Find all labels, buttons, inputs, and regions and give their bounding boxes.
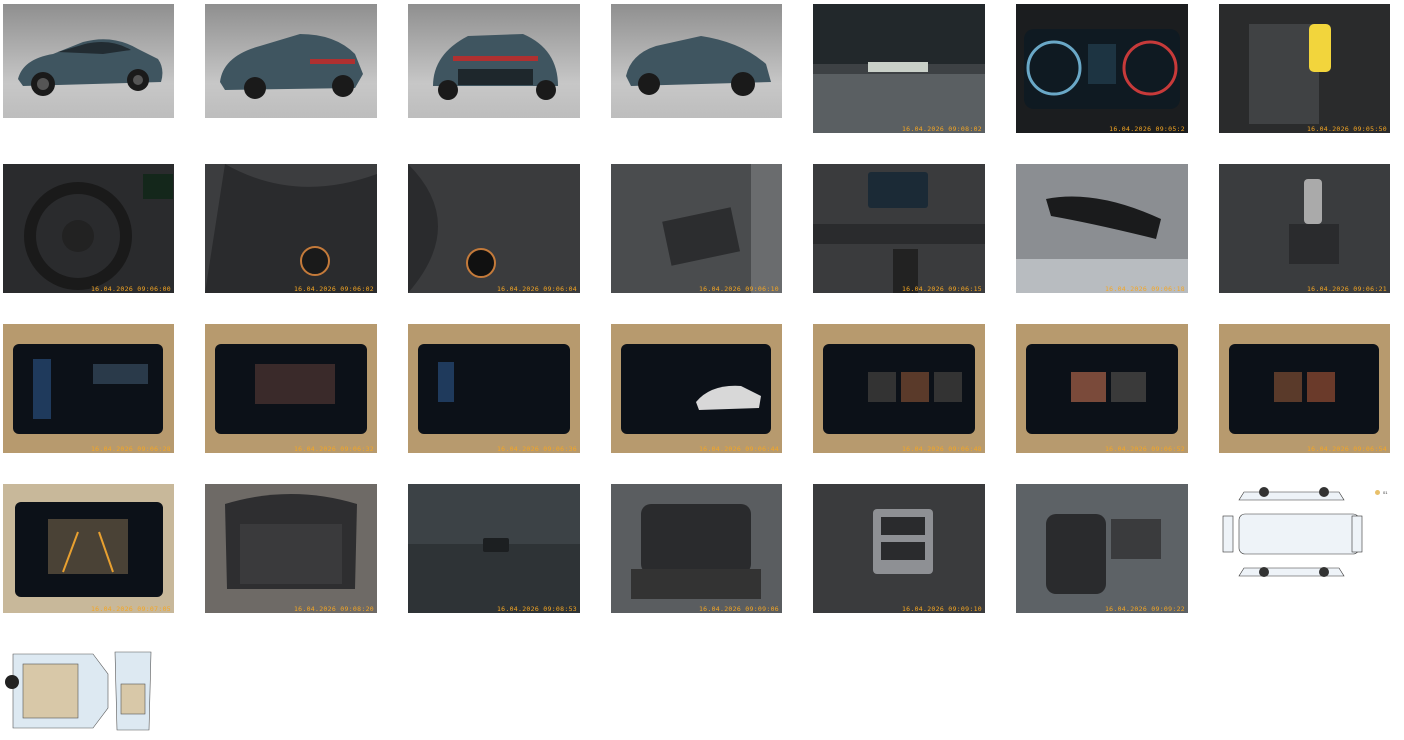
- gear-image: [1219, 164, 1390, 293]
- photo-infotainment-7[interactable]: 16.04.2026 09:06:54: [1219, 324, 1390, 453]
- photo-timestamp: 16.04.2026 09:06:21: [1306, 285, 1387, 293]
- dashboard-image: [1016, 4, 1188, 133]
- photo-trunk[interactable]: 16.04.2026 09:08:20: [205, 484, 377, 613]
- photo-timestamp: 16.04.2026 09:06:52: [1104, 445, 1185, 453]
- photo-timestamp: 16.04.2026 09:06:04: [496, 285, 577, 293]
- front-seats-image: [1016, 484, 1188, 613]
- photo-steering-wheel[interactable]: 16.04.2026 09:06:00: [3, 164, 174, 293]
- photo-infotainment-5[interactable]: 16.04.2026 09:06:48: [813, 324, 985, 453]
- photo-front-seats[interactable]: 16.04.2026 09:09:22: [1016, 484, 1188, 613]
- photo-timestamp: 16.04.2026 09:05:50: [1306, 125, 1387, 133]
- interior-front-image: [813, 164, 985, 293]
- legend-marker-icon: [1375, 490, 1380, 495]
- photo-instrument-cluster[interactable]: 16.04.2026 09:05:2: [1016, 4, 1188, 133]
- photo-timestamp: 16.04.2026 09:06:00: [90, 285, 171, 293]
- car-outline-diagram: [1219, 484, 1390, 584]
- photo-timestamp: 16.04.2026 09:06:28: [90, 445, 171, 453]
- start-button-image: [408, 164, 580, 293]
- infotainment-screen-image: [1016, 324, 1188, 453]
- steering-image: [3, 164, 174, 293]
- photo-timestamp: 16.04.2026 09:06:44: [698, 445, 779, 453]
- infotainment-screen-image: [3, 324, 174, 453]
- photo-infotainment-2[interactable]: 16.04.2026 09:06:32: [205, 324, 377, 453]
- legend-label: 01: [1383, 490, 1388, 495]
- photo-exterior-rear[interactable]: [408, 4, 580, 118]
- photo-windshield-vin[interactable]: 16.04.2026 09:08:02: [813, 4, 985, 133]
- photo-gear-selector[interactable]: 16.04.2026 09:06:21: [1219, 164, 1390, 293]
- photo-infotainment-4[interactable]: 16.04.2026 09:06:44: [611, 324, 782, 453]
- damage-diagram-interior[interactable]: [3, 644, 153, 738]
- photo-timestamp: 16.04.2026 09:09:10: [901, 605, 982, 613]
- photo-infotainment-3[interactable]: 16.04.2026 09:06:36: [408, 324, 580, 453]
- photo-infotainment-1[interactable]: 16.04.2026 09:06:28: [3, 324, 174, 453]
- photo-timestamp: 16.04.2026 09:06:32: [293, 445, 374, 453]
- photo-door-switches[interactable]: 16.04.2026 09:06:10: [611, 164, 782, 293]
- car-rear-image: [408, 4, 580, 118]
- mirror-image: [1016, 164, 1188, 293]
- car-front-left-image: [3, 4, 174, 118]
- windshield-image: [813, 4, 985, 133]
- photo-rear-camera[interactable]: 16.04.2026 09:07:05: [3, 484, 174, 613]
- photo-trunk-release[interactable]: 16.04.2026 09:08:53: [408, 484, 580, 613]
- photo-timestamp: 16.04.2026 09:06:54: [1306, 445, 1387, 453]
- rear-vents-image: [813, 484, 985, 613]
- photo-timestamp: 16.04.2026 09:06:15: [901, 285, 982, 293]
- photo-timestamp: 16.04.2026 09:08:20: [293, 605, 374, 613]
- infotainment-screen-image: [205, 324, 377, 453]
- rear-seats-image: [611, 484, 782, 613]
- photo-timestamp: 16.04.2026 09:08:02: [901, 125, 982, 133]
- photo-key-tag[interactable]: 16.04.2026 09:05:50: [1219, 4, 1390, 133]
- infotainment-screen-image: [408, 324, 580, 453]
- photo-exterior-front-right[interactable]: [611, 4, 782, 118]
- door-switches-image: [611, 164, 782, 293]
- photo-timestamp: 16.04.2026 09:06:18: [1104, 285, 1185, 293]
- rear-camera-image: [3, 484, 174, 613]
- photo-exterior-rear-left[interactable]: [205, 4, 377, 118]
- photo-timestamp: 16.04.2026 09:06:36: [496, 445, 577, 453]
- photo-rear-seats[interactable]: 16.04.2026 09:09:06: [611, 484, 782, 613]
- photo-timestamp: 16.04.2026 09:06:02: [293, 285, 374, 293]
- photo-timestamp: 16.04.2026 09:06:48: [901, 445, 982, 453]
- photo-timestamp: 16.04.2026 09:07:05: [90, 605, 171, 613]
- photo-infotainment-6[interactable]: 16.04.2026 09:06:52: [1016, 324, 1188, 453]
- damage-diagram-exterior[interactable]: [1219, 484, 1390, 584]
- infotainment-screen-image: [813, 324, 985, 453]
- wheel-controls-image: [205, 164, 377, 293]
- photo-wheel-left-controls[interactable]: 16.04.2026 09:06:02: [205, 164, 377, 293]
- photo-timestamp: 16.04.2026 09:09:22: [1104, 605, 1185, 613]
- trunk-release-image: [408, 484, 580, 613]
- photo-timestamp: 16.04.2026 09:05:2: [1109, 125, 1185, 133]
- photo-timestamp: 16.04.2026 09:09:06: [698, 605, 779, 613]
- photo-timestamp: 16.04.2026 09:08:53: [496, 605, 577, 613]
- infotainment-screen-image: [1219, 324, 1390, 453]
- key-tag-image: [1219, 4, 1390, 133]
- photo-exterior-front-left[interactable]: [3, 4, 174, 118]
- interior-outline-diagram: [3, 644, 153, 738]
- photo-interior-front[interactable]: 16.04.2026 09:06:15: [813, 164, 985, 293]
- car-front-right-image: [611, 4, 782, 118]
- infotainment-screen-image: [611, 324, 782, 453]
- trunk-image: [205, 484, 377, 613]
- photo-timestamp: 16.04.2026 09:06:10: [698, 285, 779, 293]
- car-rear-left-image: [205, 4, 377, 118]
- photo-rear-vents[interactable]: 16.04.2026 09:09:10: [813, 484, 985, 613]
- photo-wheel-right-controls[interactable]: 16.04.2026 09:06:04: [408, 164, 580, 293]
- photo-rearview-mirror[interactable]: 16.04.2026 09:06:18: [1016, 164, 1188, 293]
